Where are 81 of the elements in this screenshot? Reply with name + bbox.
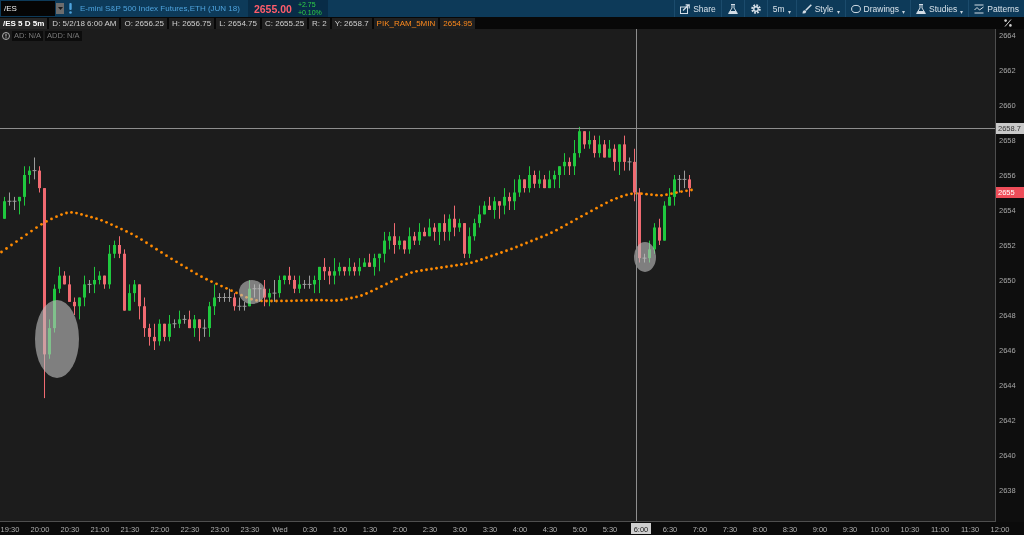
falling-candle [623, 135, 626, 172]
alert-circle-icon[interactable] [2, 32, 10, 40]
falling-candle [523, 178, 526, 193]
study-value: 2654.95 [440, 17, 476, 29]
falling-candle [188, 310, 191, 329]
instrument-description: E-mini S&P 500 Index Futures,ETH (JUN 18) [80, 4, 240, 13]
falling-candle [533, 170, 536, 189]
unchanged-candle [202, 318, 207, 338]
falling-candle [118, 235, 121, 259]
falling-candle [488, 196, 491, 211]
unchanged-candle [627, 157, 632, 172]
falling-candle [293, 275, 296, 294]
falling-candle [153, 323, 156, 351]
falling-candle [103, 275, 106, 290]
falling-candle [403, 240, 406, 255]
quote-value: H: 2656.75 [169, 17, 215, 29]
falling-candle [423, 227, 426, 237]
study-value: PIK_RAM_5MIN [373, 17, 439, 29]
ellipse-icon [850, 3, 861, 14]
falling-candle [453, 205, 456, 237]
falling-candle [163, 323, 166, 342]
caret-icon [57, 7, 63, 10]
last-price: 2655.00 [253, 2, 292, 15]
falling-candle [288, 266, 291, 285]
falling-candle [353, 262, 356, 277]
brush-icon [801, 3, 812, 14]
falling-candle [343, 266, 346, 277]
unchanged-candle [172, 318, 177, 329]
falling-candle [123, 248, 126, 312]
quote-value: C: 2655.25 [261, 17, 308, 29]
zigzag-lines-icon [974, 3, 985, 14]
falling-candle [508, 192, 511, 211]
unchanged-candle [642, 253, 647, 263]
exclamation-icon[interactable] [69, 3, 72, 14]
unchanged-candle [32, 157, 37, 180]
gear-icon [750, 3, 761, 14]
quote-value: D: 5/2/18 6:00 AM [49, 17, 120, 29]
symbol-field[interactable]: /ES [1, 1, 55, 16]
falling-candle [433, 222, 436, 242]
quote-value: Y: 2658.7 [331, 17, 372, 29]
falling-candle [233, 292, 236, 312]
falling-candle [463, 222, 466, 259]
falling-candle [633, 148, 636, 202]
falling-candle [263, 279, 266, 307]
falling-candle [143, 297, 146, 338]
percent-icon[interactable] [1004, 19, 1012, 27]
falling-candle [393, 222, 396, 255]
falling-candle [543, 174, 546, 189]
quote-value: L: 2654.75 [216, 17, 260, 29]
falling-candle [613, 143, 616, 172]
falling-candle [68, 275, 71, 303]
falling-candle [323, 257, 326, 281]
flask-icon [727, 3, 738, 14]
falling-candle [138, 283, 141, 320]
falling-candle [368, 253, 371, 268]
flask-icon [916, 3, 926, 14]
falling-candle [413, 231, 416, 246]
falling-candle [658, 218, 661, 246]
falling-candle [148, 323, 151, 347]
falling-candle [583, 130, 586, 150]
highlight-ellipse [634, 242, 656, 272]
share-icon [680, 3, 691, 14]
chart-title: /ES 5 D 5m [0, 17, 48, 29]
unchanged-candle [182, 314, 187, 325]
quote-value: R: 2 [309, 17, 330, 29]
unchanged-candle [87, 279, 92, 294]
falling-candle [63, 270, 66, 285]
unchanged-candle [272, 279, 277, 303]
falling-candle [328, 266, 331, 285]
quote-value: O: 2656.25 [121, 17, 167, 29]
falling-candle [603, 139, 606, 158]
dropdown-button[interactable] [56, 3, 64, 14]
falling-candle [38, 165, 41, 193]
falling-candle [73, 297, 76, 316]
highlight-ellipse [239, 280, 265, 304]
falling-candle [568, 157, 571, 176]
falling-candle [593, 135, 596, 158]
falling-candle [498, 200, 501, 220]
falling-candle [198, 318, 201, 342]
falling-candle [688, 174, 691, 198]
falling-candle [443, 213, 446, 242]
